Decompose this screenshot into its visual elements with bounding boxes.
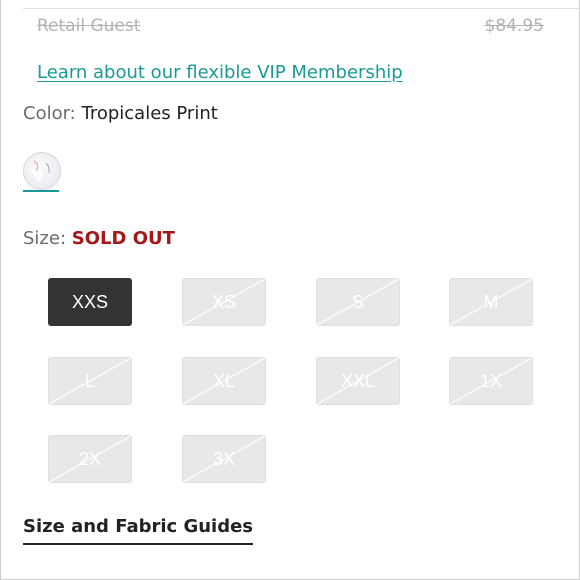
swatch-pattern-icon bbox=[30, 160, 54, 183]
size-option-label: L bbox=[84, 370, 95, 391]
size-option-label: XL bbox=[212, 370, 236, 391]
size-option-xxl[interactable]: XXL bbox=[316, 357, 400, 405]
selected-swatch-indicator bbox=[23, 190, 59, 192]
size-option-label: XXL bbox=[340, 370, 376, 391]
size-option-s[interactable]: S bbox=[316, 278, 400, 326]
size-option-3x[interactable]: 3X bbox=[182, 435, 266, 483]
size-option-xs[interactable]: XS bbox=[182, 278, 266, 326]
color-value: Tropicales Print bbox=[81, 103, 218, 124]
size-option-label: XXS bbox=[71, 291, 109, 312]
size-option-xxs[interactable]: XXS bbox=[48, 278, 132, 326]
size-option-label: M bbox=[483, 291, 499, 312]
size-option-label: XS bbox=[211, 291, 236, 312]
size-option-2x[interactable]: 2X bbox=[48, 435, 132, 483]
retail-price-value: $84.95 bbox=[484, 16, 544, 36]
tropicales-print-swatch[interactable] bbox=[23, 152, 61, 190]
sold-out-status: SOLD OUT bbox=[71, 228, 175, 249]
vip-membership-link[interactable]: Learn about our flexible VIP Membership bbox=[37, 62, 403, 83]
size-option-xl[interactable]: XL bbox=[182, 357, 266, 405]
size-option-1x[interactable]: 1X bbox=[449, 357, 533, 405]
size-option-l[interactable]: L bbox=[48, 357, 132, 405]
size-option-label: 1X bbox=[479, 370, 503, 391]
size-option-label: S bbox=[351, 291, 364, 312]
color-row: Color: Tropicales Print bbox=[23, 103, 218, 124]
frame-left-border bbox=[0, 0, 1, 580]
retail-price-row: Retail Guest $84.95 bbox=[37, 16, 544, 40]
color-label: Color: bbox=[23, 103, 76, 124]
size-label: Size: bbox=[23, 228, 67, 249]
size-option-m[interactable]: M bbox=[449, 278, 533, 326]
size-fabric-guides-link[interactable]: Size and Fabric Guides bbox=[23, 516, 254, 545]
top-divider bbox=[23, 8, 580, 9]
size-row: Size: SOLD OUT bbox=[23, 228, 175, 249]
size-option-label: 2X bbox=[78, 448, 102, 469]
size-option-label: 3X bbox=[212, 448, 236, 469]
retail-guest-label: Retail Guest bbox=[37, 16, 141, 36]
